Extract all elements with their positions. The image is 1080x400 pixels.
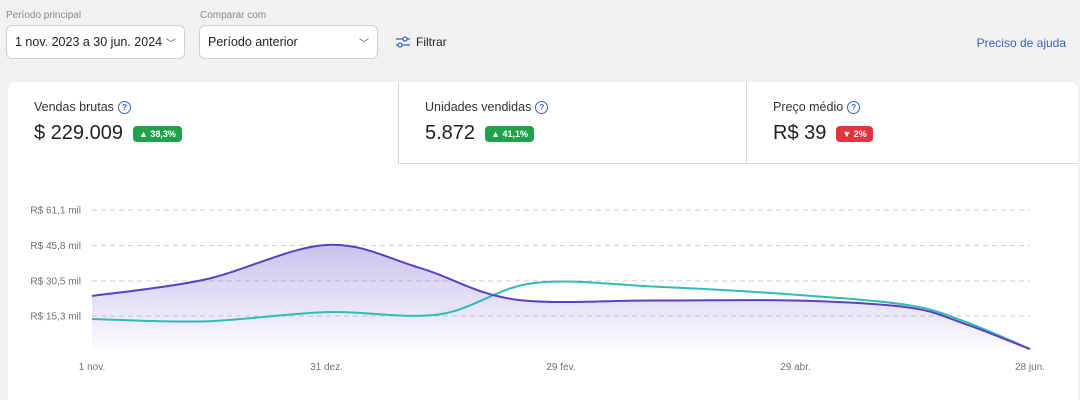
period-select[interactable]: 1 nov. 2023 a 30 jun. 2024 ﹀ bbox=[6, 25, 185, 59]
primary-series-area bbox=[92, 244, 1030, 350]
period-label: Período principal bbox=[6, 10, 82, 21]
filter-sliders-icon bbox=[396, 36, 410, 48]
x-tick-label: 29 abr. bbox=[780, 362, 811, 373]
x-tick-label: 31 dez. bbox=[310, 362, 343, 373]
x-tick-label: 28 jun. bbox=[1015, 362, 1045, 373]
compare-select[interactable]: Período anterior ﹀ bbox=[199, 25, 378, 59]
y-tick-label: R$ 30,5 mil bbox=[30, 276, 81, 287]
compare-label: Comparar com bbox=[200, 10, 267, 21]
y-tick-label: R$ 61,1 mil bbox=[30, 206, 81, 217]
y-tick-label: R$ 45,8 mil bbox=[30, 241, 81, 252]
x-tick-label: 29 fev. bbox=[546, 362, 575, 373]
period-value: 1 nov. 2023 a 30 jun. 2024 bbox=[15, 35, 163, 49]
chevron-down-icon: ﹀ bbox=[166, 38, 176, 50]
y-tick-label: R$ 15,3 mil bbox=[30, 312, 81, 323]
chevron-down-icon: ﹀ bbox=[359, 38, 369, 50]
compare-value: Período anterior bbox=[208, 35, 298, 49]
sales-chart[interactable]: R$ 61,1 mil R$ 45,8 mil R$ 30,5 mil R$ 15,3… bbox=[8, 82, 1078, 400]
help-link[interactable]: Preciso de ajuda bbox=[977, 36, 1066, 50]
filter-label: Filtrar bbox=[416, 35, 447, 49]
x-tick-label: 1 nov. bbox=[79, 362, 106, 373]
filter-button[interactable]: Filtrar bbox=[395, 35, 447, 49]
sales-card: Vendas brutas ? $ 229.009 ▲ 38,3% Unidad… bbox=[8, 82, 1078, 400]
